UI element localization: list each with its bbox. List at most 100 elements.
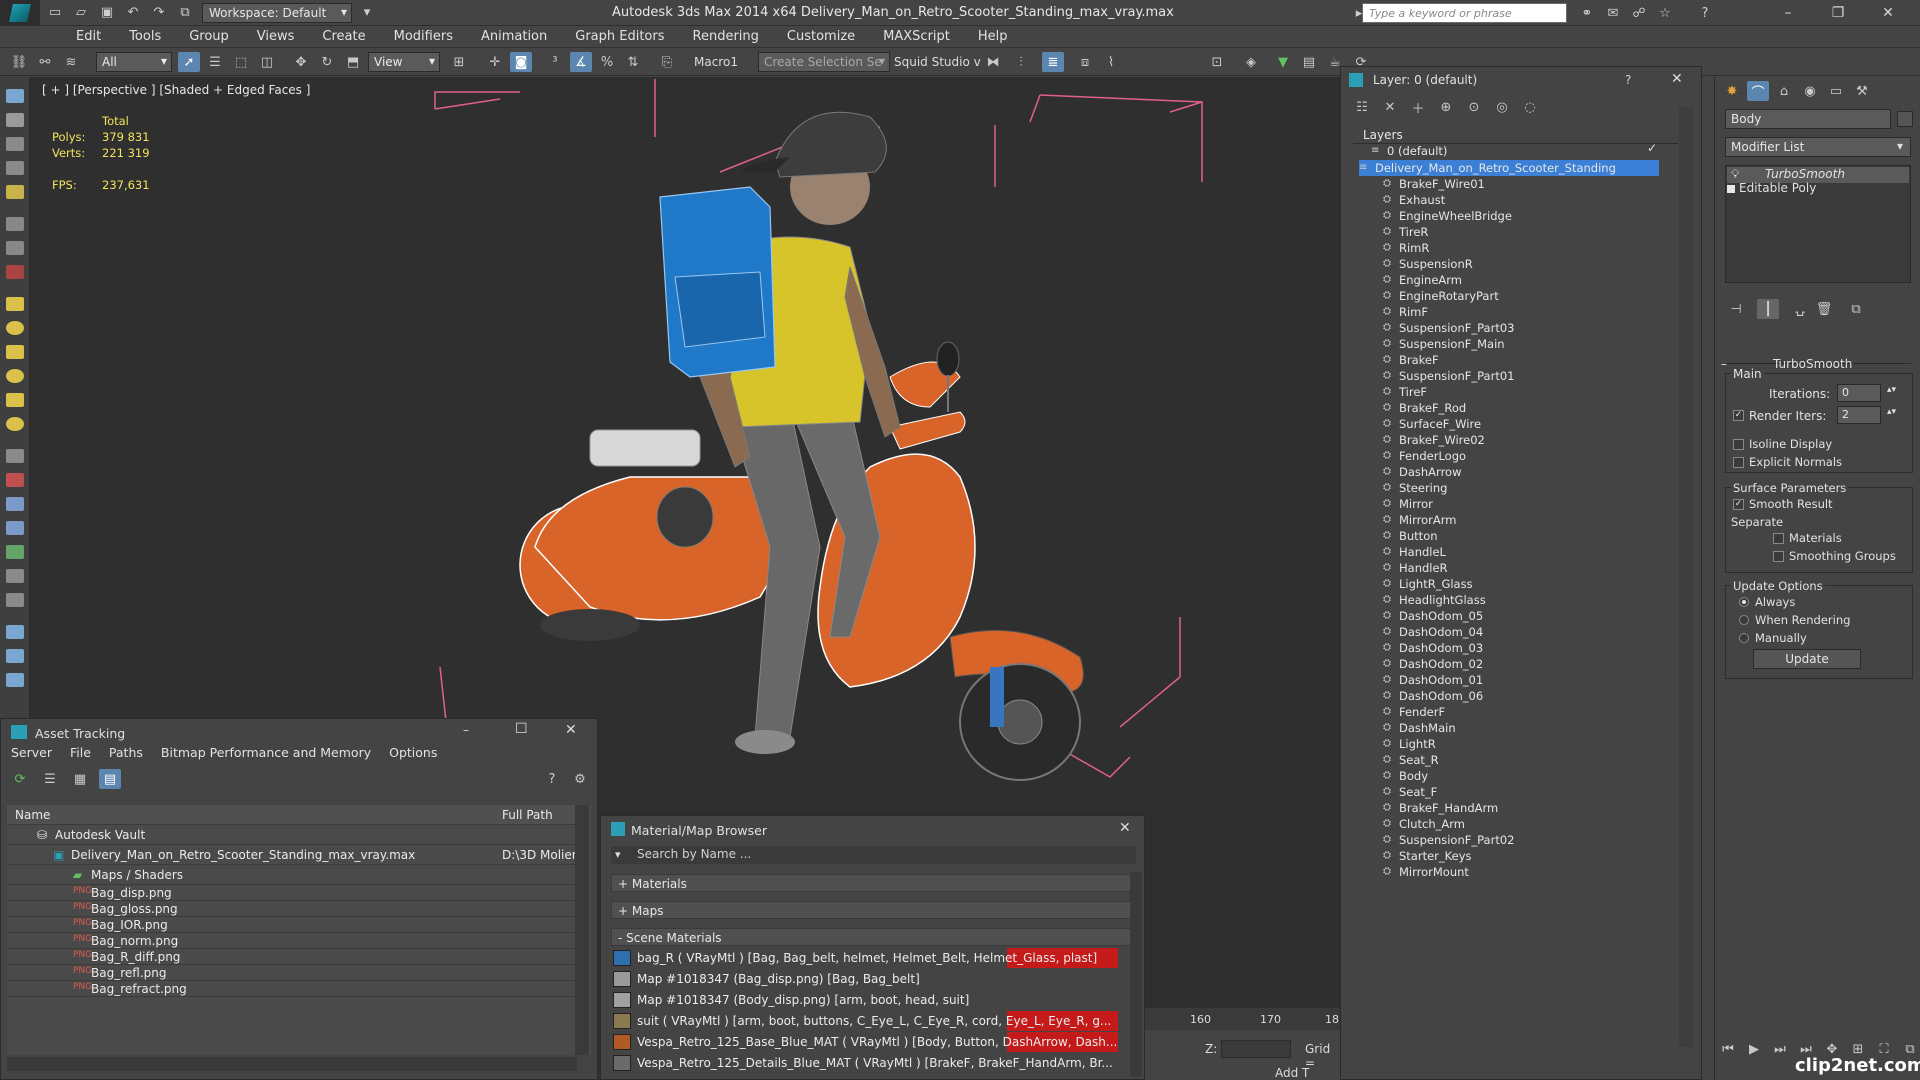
percent-snap-icon[interactable]: % <box>596 52 618 72</box>
layer-object-row[interactable]: ⛭ SuspensionF_Part03 <box>1383 320 1514 336</box>
menu-animation[interactable]: Animation <box>467 29 561 44</box>
torus-primitive-icon[interactable] <box>6 369 24 383</box>
update-button[interactable]: Update <box>1753 649 1861 669</box>
geosphere-primitive-icon[interactable] <box>6 417 24 431</box>
add-selection-to-layer-icon[interactable]: ⊕ <box>1435 97 1457 117</box>
snaps-toggle-icon[interactable]: ³ <box>544 52 566 72</box>
pan-icon[interactable] <box>6 673 24 687</box>
browser-close-button[interactable]: ✕ <box>1119 820 1131 836</box>
update-when-rendering-radio[interactable] <box>1739 615 1749 625</box>
layer-object-row[interactable]: ⛭ FenderF <box>1383 704 1445 720</box>
material-list-item[interactable]: Map #1018347 (Bag_disp.png) [Bag, Bag_be… <box>613 969 1118 989</box>
next-frame-icon[interactable]: ⏭ <box>1769 1039 1791 1059</box>
layer-object-row[interactable]: ⛭ HeadlightGlass <box>1383 592 1486 608</box>
create-tab-icon[interactable]: ✸ <box>1721 81 1743 101</box>
active-layer-check-icon[interactable]: ✓ <box>1647 141 1657 155</box>
asset-minimize-button[interactable]: – <box>463 723 469 737</box>
show-end-result-icon[interactable]: ┃ <box>1757 299 1779 319</box>
particles-icon[interactable] <box>6 265 24 279</box>
layer-object-row[interactable]: ⛭ FenderLogo <box>1383 448 1466 464</box>
layer-object-row[interactable]: ⛭ DashOdom_05 <box>1383 608 1483 624</box>
layer-object-row[interactable]: ⛭ TireR <box>1383 224 1428 240</box>
spinner-arrows-icon[interactable]: ▴▾ <box>1887 407 1896 417</box>
unlink-icon[interactable]: ⚯ <box>34 52 56 72</box>
ffd-modifier-icon[interactable] <box>6 569 24 583</box>
menu-create[interactable]: Create <box>308 29 379 44</box>
object-color-swatch[interactable] <box>1897 111 1913 127</box>
table-row[interactable]: PNG Bag_refl.png <box>7 965 575 981</box>
layer-object-row[interactable]: ⛭ MirrorArm <box>1383 512 1456 528</box>
layer-object-row[interactable]: ⛭ Body <box>1383 768 1428 784</box>
turbosmooth-rollout-title[interactable]: TurboSmooth <box>1773 357 1852 371</box>
scene-materials-section[interactable]: - Scene Materials <box>611 928 1133 946</box>
maps-section[interactable]: + Maps <box>611 901 1133 919</box>
layer-object-row[interactable]: ⛭ DashMain <box>1383 720 1456 736</box>
render-iters-checkbox[interactable]: ✓ <box>1733 410 1744 421</box>
create-cameras-icon[interactable] <box>6 161 24 175</box>
isoline-display-checkbox[interactable] <box>1733 439 1744 450</box>
graphite-toolbar-icon[interactable]: ⧈ <box>1074 52 1096 72</box>
asset-vertical-scrollbar[interactable] <box>575 805 589 1055</box>
menu-maxscript[interactable]: MAXScript <box>869 29 964 44</box>
help-icon[interactable]: ? <box>541 769 563 789</box>
render-iters-spinner[interactable]: 2 <box>1837 406 1881 424</box>
shell-modifier-icon[interactable] <box>6 593 24 607</box>
layer-object-row[interactable]: ⛭ BrakeF_Wire02 <box>1383 432 1485 448</box>
search-input[interactable]: Type a keyword or phrase <box>1362 3 1567 23</box>
expand-plus-icon[interactable] <box>1727 185 1735 193</box>
binoculars-icon[interactable]: ⚭ <box>1576 4 1598 22</box>
taper-modifier-icon[interactable] <box>6 521 24 535</box>
layer-object-row[interactable]: ⛭ LightR_Glass <box>1383 576 1473 592</box>
layers-column-header[interactable]: Layers <box>1353 126 1678 144</box>
table-row[interactable]: PNG Bag_IOR.png <box>7 917 575 933</box>
asset-menu-options[interactable]: Options <box>389 745 437 765</box>
select-manipulate-icon[interactable]: ✛ <box>484 52 506 72</box>
close-button[interactable]: ✕ <box>1870 2 1906 24</box>
table-row[interactable]: PNG Bag_norm.png <box>7 933 575 949</box>
rollout-collapse-icon[interactable]: – <box>1721 357 1727 371</box>
open-file-icon[interactable]: ▱ <box>70 4 92 22</box>
menu-views[interactable]: Views <box>243 29 309 44</box>
highlight-layer-icon[interactable]: ◎ <box>1491 97 1513 117</box>
rendered-frame-window-icon[interactable]: ▤ <box>1298 52 1320 72</box>
materials-section[interactable]: + Materials <box>611 874 1133 892</box>
layer-object-row[interactable]: ⛭ DashOdom_01 <box>1383 672 1483 688</box>
layer-object-row[interactable]: ⛭ DashOdom_04 <box>1383 624 1483 640</box>
window-crossing-icon[interactable]: ◫ <box>256 52 278 72</box>
layer-manager-icon[interactable]: ≣ <box>1042 52 1064 72</box>
object-name-field[interactable]: Body <box>1725 109 1891 129</box>
layer-object-row[interactable]: ⛭ Starter_Keys <box>1383 848 1472 864</box>
select-object-icon[interactable]: ➚ <box>178 52 200 72</box>
layer-object-row[interactable]: ⛭ DashArrow <box>1383 464 1462 480</box>
keyboard-shortcut-override-icon[interactable]: ◙ <box>510 52 532 72</box>
material-list-item[interactable]: Vespa_Retro_125_Base_Blue_MAT ( VRayMtl … <box>613 1032 1118 1052</box>
align-icon[interactable]: ⫶ <box>1010 52 1032 72</box>
asset-menu-paths[interactable]: Paths <box>109 745 143 765</box>
workspace-dropdown[interactable]: Workspace: Default <box>202 2 352 23</box>
layer-object-row[interactable]: ⛭ Clutch_Arm <box>1383 816 1465 832</box>
remove-modifier-icon[interactable]: 🗑︎ <box>1813 299 1835 319</box>
cylinder-primitive-icon[interactable] <box>6 345 24 359</box>
layer-object-row[interactable]: ⛭ SuspensionF_Main <box>1383 336 1505 352</box>
material-search-input[interactable]: Search by Name ... <box>611 846 1136 864</box>
layer-object-row[interactable]: ⛭ SurfaceF_Wire <box>1383 416 1481 432</box>
new-layer-icon[interactable]: ＋ <box>1407 97 1429 117</box>
orbit-icon[interactable] <box>6 649 24 663</box>
table-row[interactable]: PNG Bag_disp.png <box>7 885 575 901</box>
options-dropdown-icon[interactable]: ▾ <box>615 848 621 861</box>
rotate-icon[interactable]: ↻ <box>316 52 338 72</box>
reference-coordinate-dropdown[interactable]: View <box>368 52 440 72</box>
noise-modifier-icon[interactable] <box>6 545 24 559</box>
pivot-center-icon[interactable]: ⊞ <box>448 52 470 72</box>
render-setup-icon[interactable]: ▼ <box>1272 52 1294 72</box>
update-manually-radio[interactable] <box>1739 633 1749 643</box>
link-icon[interactable]: ⛓ <box>8 52 30 72</box>
play-icon[interactable]: ▶ <box>1743 1039 1765 1059</box>
separate-smoothing-groups-checkbox[interactable] <box>1773 551 1784 562</box>
layer-help-button[interactable]: ? <box>1625 73 1631 87</box>
display-tab-icon[interactable]: ▭ <box>1825 81 1847 101</box>
settings-icon[interactable]: ⚙ <box>569 769 591 789</box>
macro-label[interactable]: Macro1 <box>694 55 738 69</box>
modifier-list-dropdown[interactable]: Modifier List <box>1725 137 1911 157</box>
angle-snap-icon[interactable]: ∡ <box>570 52 592 72</box>
